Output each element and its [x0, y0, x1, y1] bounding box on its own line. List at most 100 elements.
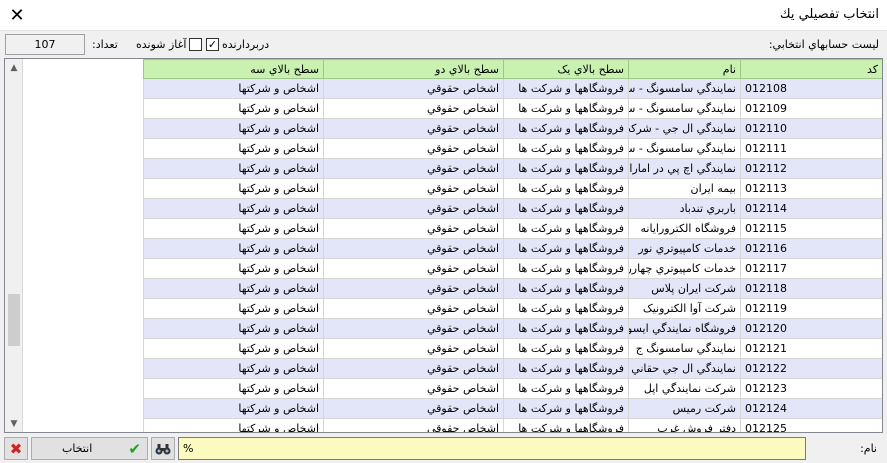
cell-level-one[interactable]: فروشگاهها و شرکت ها — [503, 198, 629, 219]
cell-level-two[interactable]: اشخاص حقوقي — [323, 98, 504, 119]
starts-with-option[interactable]: آغاز شونده — [136, 36, 203, 52]
table-row[interactable]: 012118 شرکت ايران پلاس فروشگاهها و شرکت ها… — [143, 278, 882, 299]
cell-level-one[interactable]: فروشگاهها و شرکت ها — [503, 378, 629, 399]
cell-level-three[interactable]: اشخاص و شرکتها — [143, 298, 324, 319]
cell-level-two[interactable]: اشخاص حقوقي — [323, 258, 504, 279]
cell-level-two[interactable]: اشخاص حقوقي — [323, 418, 504, 432]
cell-name[interactable]: دفتر فروش غرب — [628, 418, 741, 432]
vertical-scrollbar[interactable]: ▲ ▼ — [5, 59, 23, 432]
cell-code[interactable]: 012118 — [740, 278, 882, 299]
cell-level-two[interactable]: اشخاص حقوقي — [323, 198, 504, 219]
table-row[interactable]: 012110 نمايندگي ال جي - شرکت فروشگاهها و ش… — [143, 118, 882, 139]
cell-name[interactable]: بيمه ايران — [628, 178, 741, 199]
starts-with-checkbox[interactable] — [189, 37, 203, 51]
cell-level-two[interactable]: اشخاص حقوقي — [323, 298, 504, 319]
cell-name[interactable]: نمايندگي سامسونگ - سامسونگ — [628, 138, 741, 159]
cell-level-three[interactable]: اشخاص و شرکتها — [143, 418, 324, 432]
cell-code[interactable]: 012122 — [740, 358, 882, 379]
cell-level-one[interactable]: فروشگاهها و شرکت ها — [503, 258, 629, 279]
cell-name[interactable]: فروشگاه الکترورايانه — [628, 218, 741, 239]
cell-level-two[interactable]: اشخاص حقوقي — [323, 278, 504, 299]
cell-code[interactable]: 012112 — [740, 158, 882, 179]
cell-level-two[interactable]: اشخاص حقوقي — [323, 218, 504, 239]
cell-level-one[interactable]: فروشگاهها و شرکت ها — [503, 298, 629, 319]
cell-code[interactable]: 012115 — [740, 218, 882, 239]
find-button[interactable] — [151, 437, 175, 460]
cell-level-two[interactable]: اشخاص حقوقي — [323, 398, 504, 419]
table-row[interactable]: 012116 خدمات کامپيوتري نور فروشگاهها و شرک… — [143, 238, 882, 259]
cell-level-two[interactable]: اشخاص حقوقي — [323, 318, 504, 339]
table-row[interactable]: 012125 دفتر فروش غرب فروشگاهها و شرکت ها اش… — [143, 418, 882, 432]
table-row[interactable]: 012113 بيمه ايران فروشگاهها و شرکت ها اشخاص… — [143, 178, 882, 199]
table-row[interactable]: 012123 شرکت نمايندگي اپل فروشگاهها و شرکت … — [143, 378, 882, 399]
cell-name[interactable]: نمايندگي سامسونگ - سامسونگ — [628, 98, 741, 119]
cell-level-two[interactable]: اشخاص حقوقي — [323, 358, 504, 379]
cell-code[interactable]: 012116 — [740, 238, 882, 259]
cell-level-three[interactable]: اشخاص و شرکتها — [143, 118, 324, 139]
cell-level-two[interactable]: اشخاص حقوقي — [323, 118, 504, 139]
cell-level-two[interactable]: اشخاص حقوقي — [323, 238, 504, 259]
cell-level-one[interactable]: فروشگاهها و شرکت ها — [503, 138, 629, 159]
cell-level-one[interactable]: فروشگاهها و شرکت ها — [503, 158, 629, 179]
column-header-level-one[interactable]: سطح بالاي يک — [503, 59, 629, 79]
table-row[interactable]: 012122 نمايندگي ال جي حقاني فروشگاهها و شر… — [143, 358, 882, 379]
cancel-button[interactable]: ✖ — [4, 437, 28, 460]
table-row[interactable]: 012121 نمايندگي سامسونگ ج فروشگاهها و شرکت… — [143, 338, 882, 359]
cell-level-two[interactable]: اشخاص حقوقي — [323, 158, 504, 179]
cell-level-one[interactable]: فروشگاهها و شرکت ها — [503, 78, 629, 99]
cell-level-two[interactable]: اشخاص حقوقي — [323, 78, 504, 99]
cell-level-one[interactable]: فروشگاهها و شرکت ها — [503, 118, 629, 139]
cell-level-three[interactable]: اشخاص و شرکتها — [143, 218, 324, 239]
cell-level-three[interactable]: اشخاص و شرکتها — [143, 158, 324, 179]
cell-level-three[interactable]: اشخاص و شرکتها — [143, 238, 324, 259]
cell-name[interactable]: شرکت ايران پلاس — [628, 278, 741, 299]
cell-code[interactable]: 012125 — [740, 418, 882, 432]
cell-name[interactable]: نمايندگي سامسونگ - سامسونگ — [628, 78, 741, 99]
cell-level-three[interactable]: اشخاص و شرکتها — [143, 138, 324, 159]
cell-level-one[interactable]: فروشگاهها و شرکت ها — [503, 318, 629, 339]
cell-level-three[interactable]: اشخاص و شرکتها — [143, 98, 324, 119]
column-header-level-two[interactable]: سطح بالاي دو — [323, 59, 504, 79]
cell-level-three[interactable]: اشخاص و شرکتها — [143, 338, 324, 359]
cell-level-one[interactable]: فروشگاهها و شرکت ها — [503, 398, 629, 419]
cell-code[interactable]: 012120 — [740, 318, 882, 339]
chevron-up-icon[interactable]: ▲ — [5, 59, 23, 76]
cell-code[interactable]: 012121 — [740, 338, 882, 359]
cell-level-three[interactable]: اشخاص و شرکتها — [143, 258, 324, 279]
cell-name[interactable]: باربري تندباد — [628, 198, 741, 219]
cell-level-three[interactable]: اشخاص و شرکتها — [143, 398, 324, 419]
cell-level-three[interactable]: اشخاص و شرکتها — [143, 178, 324, 199]
cell-level-two[interactable]: اشخاص حقوقي — [323, 178, 504, 199]
cell-level-two[interactable]: اشخاص حقوقي — [323, 378, 504, 399]
cell-code[interactable]: 012119 — [740, 298, 882, 319]
cell-level-three[interactable]: اشخاص و شرکتها — [143, 278, 324, 299]
cell-code[interactable]: 012114 — [740, 198, 882, 219]
cell-level-three[interactable]: اشخاص و شرکتها — [143, 198, 324, 219]
table-row[interactable]: 012108نمايندگي سامسونگ - سامسونگفروشگاهه… — [143, 78, 882, 99]
select-button[interactable]: انتخاب ✔ — [31, 437, 148, 460]
cell-level-two[interactable]: اشخاص حقوقي — [323, 338, 504, 359]
cell-level-three[interactable]: اشخاص و شرکتها — [143, 358, 324, 379]
table-row[interactable]: 012117 خدمات کامپيوتري چهارراه فروشگاهها و… — [143, 258, 882, 279]
cell-code[interactable]: 012109 — [740, 98, 882, 119]
cell-name[interactable]: شرکت آوا الکترونيک — [628, 298, 741, 319]
cell-code[interactable]: 012124 — [740, 398, 882, 419]
table-row[interactable]: 012112 نمايندگي اچ پي در امارات فروشگاهها … — [143, 158, 882, 179]
cell-code[interactable]: 012117 — [740, 258, 882, 279]
cell-code[interactable]: 012123 — [740, 378, 882, 399]
cell-name[interactable]: نمايندگي سامسونگ ج — [628, 338, 741, 359]
cell-code[interactable]: 012113 — [740, 178, 882, 199]
cell-name[interactable]: شرکت نمايندگي اپل — [628, 378, 741, 399]
cell-level-two[interactable]: اشخاص حقوقي — [323, 138, 504, 159]
cell-level-three[interactable]: اشخاص و شرکتها — [143, 318, 324, 339]
cell-level-three[interactable]: اشخاص و شرکتها — [143, 378, 324, 399]
contains-checkbox[interactable]: ✓ — [206, 37, 219, 51]
cell-name[interactable]: شرکت رميس — [628, 398, 741, 419]
cell-name[interactable]: خدمات کامپيوتري چهارراه — [628, 258, 741, 279]
column-header-level-three[interactable]: سطح بالاي سه — [143, 59, 324, 79]
cell-name[interactable]: فروشگاه نمايندگي ايسوس — [628, 318, 741, 339]
cell-level-three[interactable]: اشخاص و شرکتها — [143, 78, 324, 99]
cell-name[interactable]: نمايندگي ال جي حقاني — [628, 358, 741, 379]
cell-level-one[interactable]: فروشگاهها و شرکت ها — [503, 418, 629, 432]
chevron-down-icon[interactable]: ▼ — [5, 415, 23, 432]
